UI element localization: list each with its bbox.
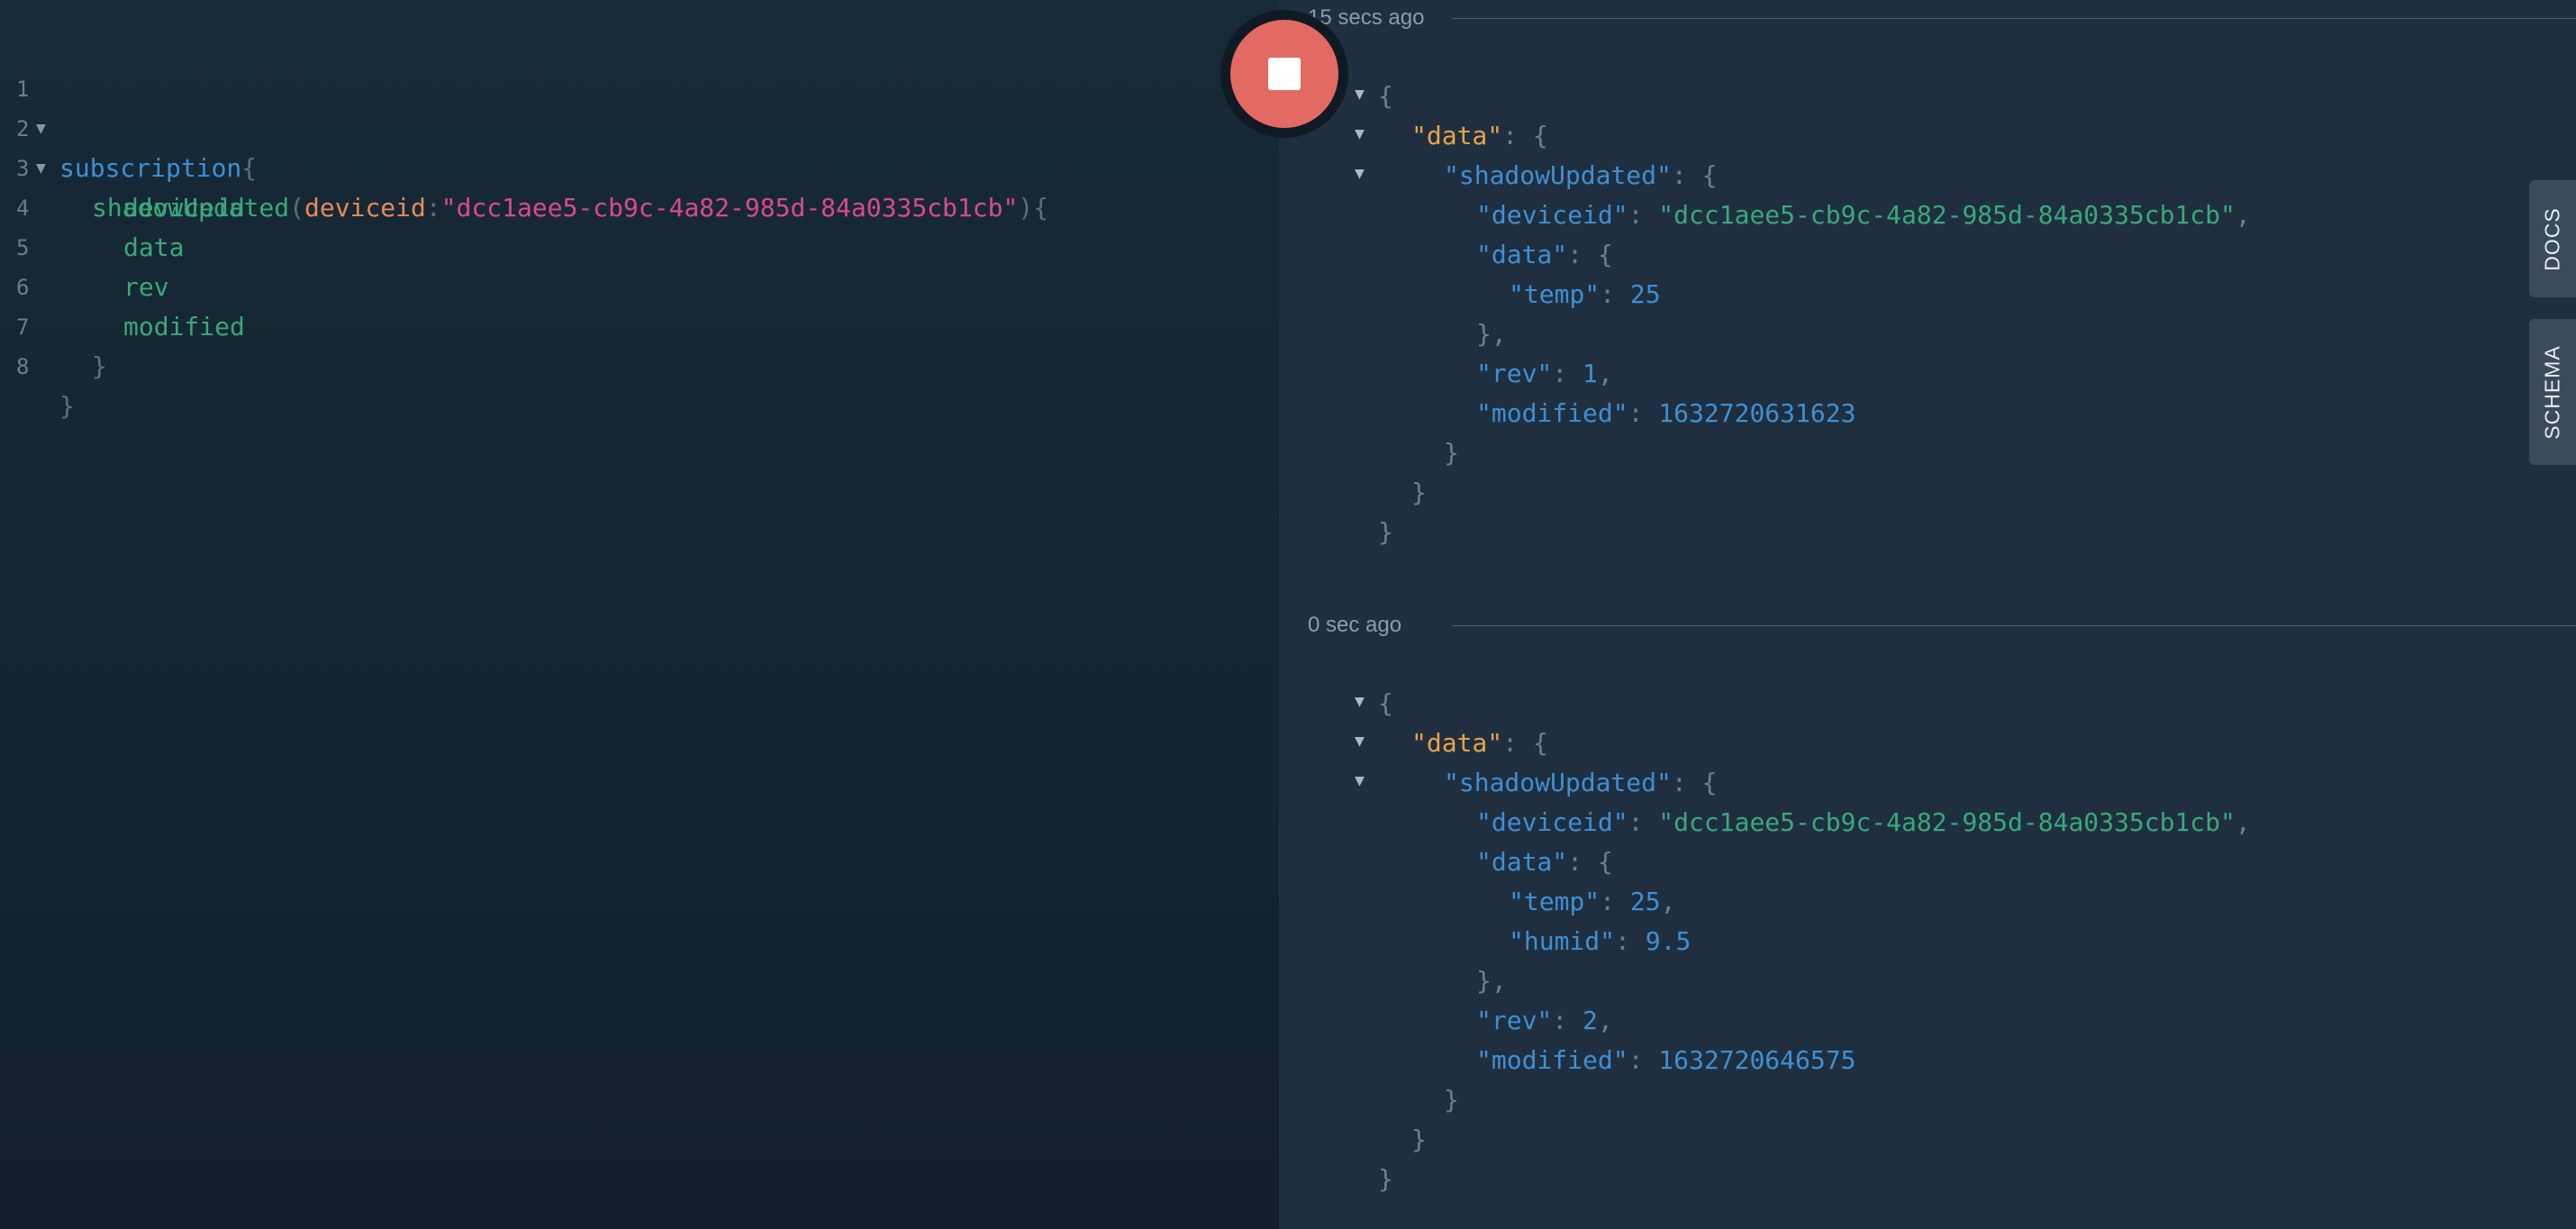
json-line: } <box>1444 438 1459 468</box>
json-line: { <box>1378 81 1393 111</box>
json-line: "data": { <box>1476 847 1613 877</box>
brace: } <box>92 351 107 381</box>
json-line: "humid": 9.5 <box>1509 926 1692 956</box>
json-temp-value: 25 <box>1629 279 1661 309</box>
result-divider <box>1452 18 2576 19</box>
field-name: modified <box>123 312 245 341</box>
json-line: "temp": 25 <box>1509 279 1661 309</box>
editor-line: 5 rev <box>0 188 169 302</box>
json-line: "rev": 1, <box>1476 359 1613 388</box>
brace: } <box>59 391 75 421</box>
argument-value: "dcc1aee5-cb9c-4a82-985d-84a0335cb1cb" <box>440 193 1019 223</box>
editor-line: 3 deviceid <box>0 109 245 223</box>
json-deviceid-value: "dcc1aee5-cb9c-4a82-985d-84a0335cb1cb" <box>1658 807 2236 837</box>
editor-line: 2 ▼ shadowUpdated(deviceid:"dcc1aee5-cb9… <box>0 69 1048 223</box>
json-line: "modified": 1632720646575 <box>1476 1045 1856 1075</box>
json-line: "shadowUpdated": { <box>1444 160 1718 190</box>
json-line: "data": { <box>1411 121 1548 150</box>
json-line: { <box>1378 688 1393 718</box>
json-line: "rev": 2, <box>1476 1006 1613 1035</box>
editor-line: 8 } <box>0 307 91 421</box>
json-rev-value: 1 <box>1583 359 1598 388</box>
json-line: "data": { <box>1476 240 1613 269</box>
json-deviceid-value: "dcc1aee5-cb9c-4a82-985d-84a0335cb1cb" <box>1658 200 2236 230</box>
json-line: "data": { <box>1411 728 1548 758</box>
query-editor[interactable]: 1 ▼ subscription{ 2 ▼ shadowUpdated(devi… <box>0 0 1279 1229</box>
json-line: } <box>1378 517 1393 547</box>
editor-line: 6 modified <box>0 228 245 341</box>
fold-arrow-icon[interactable]: ▼ <box>1355 692 1365 711</box>
fold-arrow-icon[interactable]: ▼ <box>1355 771 1365 790</box>
fold-arrow-icon[interactable]: ▼ <box>1355 732 1365 751</box>
stop-button-circle[interactable] <box>1230 20 1338 128</box>
brace: { <box>1033 193 1049 223</box>
json-humid-value: 9.5 <box>1645 926 1692 956</box>
json-line: "temp": 25, <box>1509 887 1676 916</box>
schema-tab[interactable]: SCHEMA <box>2529 319 2576 465</box>
json-line: } <box>1411 478 1427 507</box>
json-line: "modified": 1632720631623 <box>1476 398 1856 428</box>
json-line: "shadowUpdated": { <box>1444 768 1718 797</box>
line-number: 8 <box>16 354 30 379</box>
result-divider <box>1452 625 2576 626</box>
stop-square-icon <box>1268 58 1301 90</box>
json-line: }, <box>1476 966 1507 996</box>
schema-tab-label: SCHEMA <box>2540 344 2564 440</box>
argument-name: deviceid <box>304 193 426 223</box>
result-timestamp: 0 sec ago <box>1308 613 1402 637</box>
json-temp-value: 25 <box>1629 887 1661 916</box>
field-name: data <box>123 232 185 262</box>
stop-subscription-button[interactable] <box>1220 10 1348 138</box>
editor-line: 1 ▼ subscription{ <box>0 30 257 183</box>
json-modified-value: 1632720631623 <box>1658 398 1856 428</box>
editor-line: 7 } <box>0 268 107 381</box>
json-line: } <box>1444 1085 1459 1115</box>
fold-arrow-icon[interactable]: ▼ <box>1355 85 1365 104</box>
json-line: } <box>1411 1124 1427 1154</box>
brace: { <box>241 153 258 183</box>
json-line: "deviceid": "dcc1aee5-cb9c-4a82-985d-84a… <box>1476 200 2251 230</box>
docs-tab[interactable]: DOCS <box>2529 180 2576 297</box>
docs-tab-label: DOCS <box>2540 206 2564 271</box>
graphql-playground: 1 ▼ subscription{ 2 ▼ shadowUpdated(devi… <box>0 0 2576 1229</box>
fold-arrow-icon[interactable]: ▼ <box>1355 164 1365 183</box>
json-line: "deviceid": "dcc1aee5-cb9c-4a82-985d-84a… <box>1476 807 2251 837</box>
json-line: }, <box>1476 319 1507 349</box>
json-line: } <box>1378 1164 1393 1194</box>
field-name: rev <box>123 272 169 302</box>
json-modified-value: 1632720646575 <box>1658 1045 1856 1075</box>
fold-arrow-icon[interactable]: ▼ <box>1355 124 1365 143</box>
field-name: deviceid <box>123 193 245 223</box>
editor-line: 4 data <box>0 149 184 262</box>
json-rev-value: 2 <box>1583 1006 1598 1035</box>
